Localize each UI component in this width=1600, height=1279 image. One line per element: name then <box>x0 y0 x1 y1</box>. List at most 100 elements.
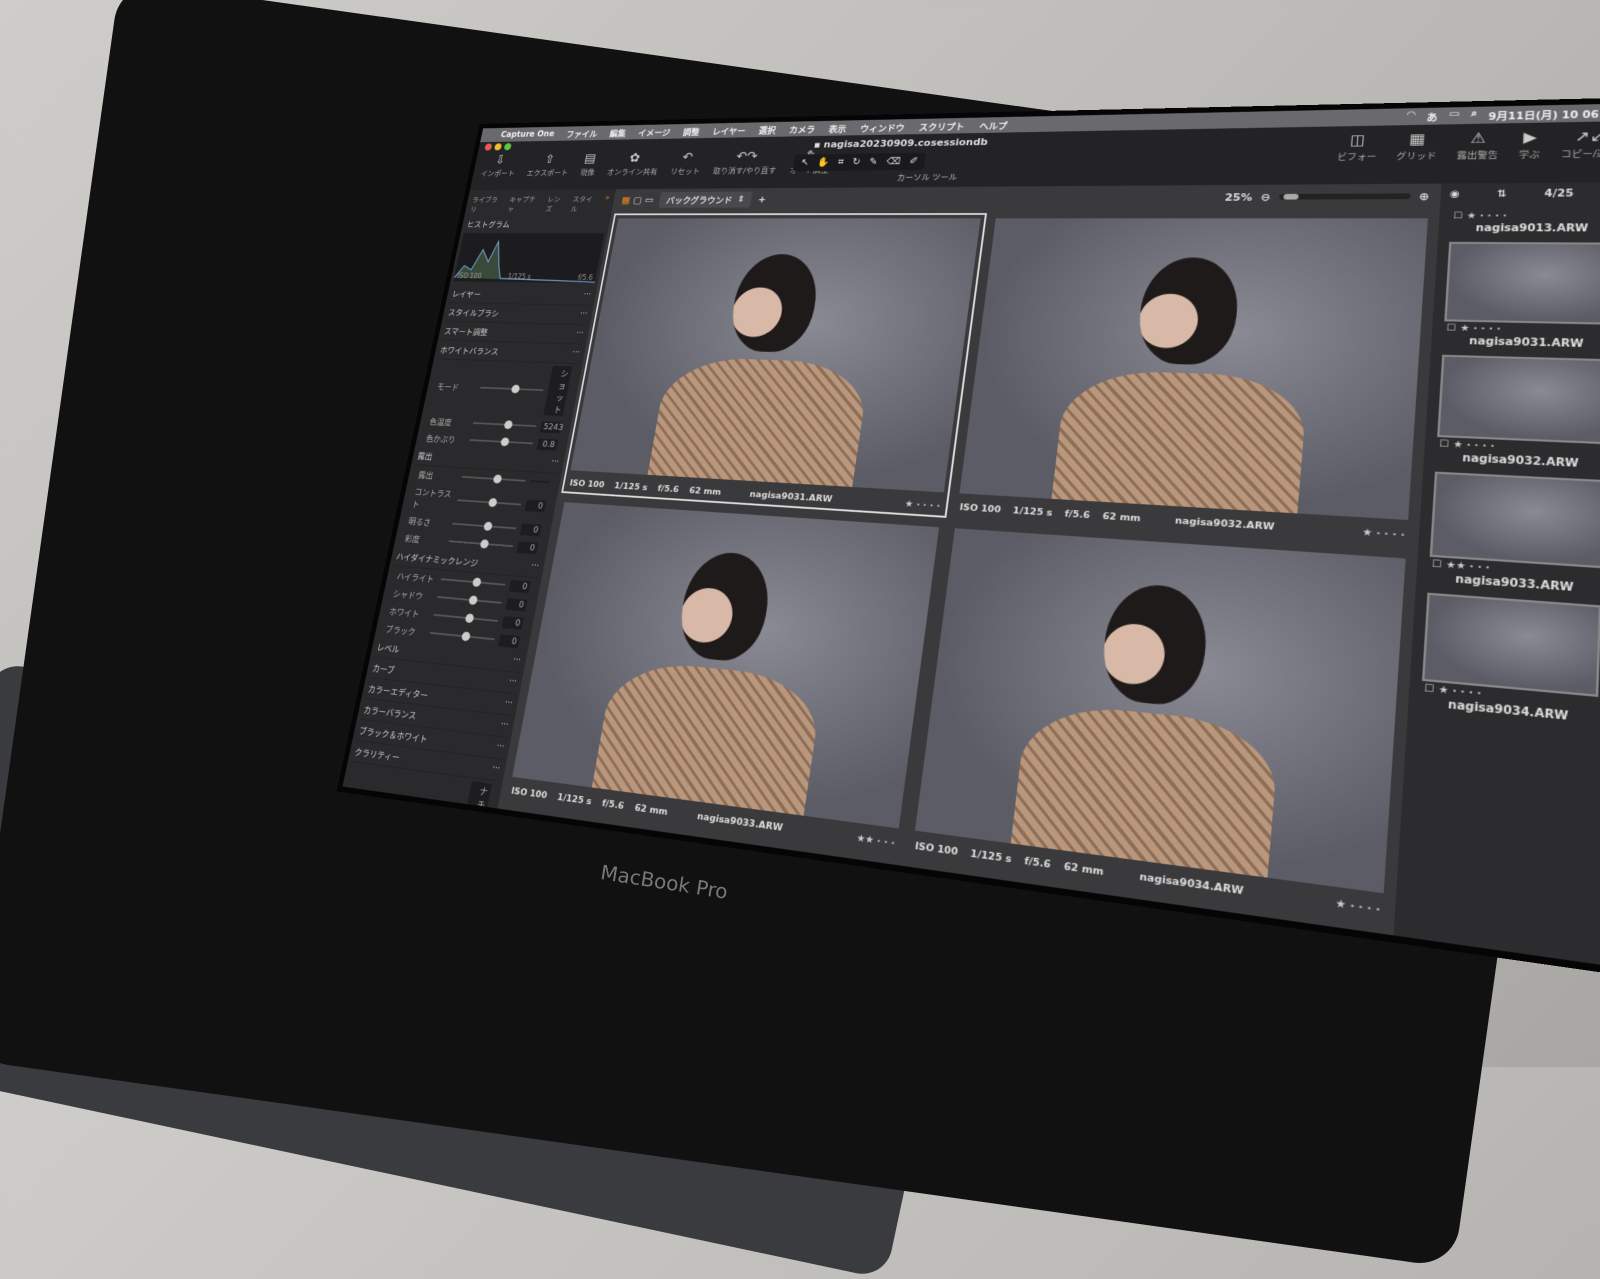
section-menu-icon[interactable]: ··· <box>495 741 505 755</box>
select-checkbox[interactable]: ☐ <box>1439 439 1449 450</box>
online-share-button[interactable]: ✿ オンライン共有 <box>606 150 661 177</box>
add-icon[interactable]: + <box>757 194 767 205</box>
tab-style[interactable]: スタイル <box>570 194 600 213</box>
adjust-value[interactable]: 0 <box>447 897 470 913</box>
adjust-value[interactable]: 0 <box>505 597 527 611</box>
browser-thumbnail[interactable]: ☐ ★★ · · · nagisa9033.ARW <box>1428 472 1600 597</box>
minimize-button[interactable] <box>494 143 502 150</box>
star-rating[interactable]: ★ · · · · <box>1460 324 1501 335</box>
spotlight-icon[interactable]: ⌕ <box>1470 108 1477 122</box>
adjust-value[interactable]: 0 <box>502 616 524 630</box>
section-menu-icon[interactable]: ··· <box>454 951 464 965</box>
zoom-out-icon[interactable]: ⊖ <box>1260 191 1271 203</box>
select-checkbox[interactable]: ☐ <box>1446 323 1456 333</box>
export-button[interactable]: ⇧ エクスポート <box>526 151 572 178</box>
adjust-value[interactable] <box>530 480 550 483</box>
adjust-value[interactable]: 0 <box>520 523 542 536</box>
star-rating[interactable]: ★ · · · · <box>1335 898 1380 917</box>
star-rating[interactable]: ★★ · · · <box>1446 560 1490 574</box>
menu-adjust[interactable]: 調整 <box>682 125 700 137</box>
before-button[interactable]: ◫ ビフォー <box>1337 131 1379 162</box>
adjust-value[interactable]: ナチュラル <box>458 781 492 854</box>
pointer-tool-icon[interactable]: ↖ <box>800 157 810 169</box>
browser-thumbnail[interactable]: ☐ ★ · · · · nagisa9034.ARW <box>1420 593 1600 726</box>
viewer-image[interactable]: ISO 100 1/125 s f/5.6 62 mm nagisa9034.ARW ★ … <box>908 524 1411 922</box>
section-menu-icon[interactable]: ··· <box>550 457 560 470</box>
adjust-slider[interactable] <box>449 540 513 547</box>
section-menu-icon[interactable]: ··· <box>508 676 518 690</box>
brush-tool-icon[interactable]: ✎ <box>868 156 878 168</box>
crop-tool-icon[interactable]: ⌗ <box>837 156 844 168</box>
more-tabs-icon[interactable]: » <box>602 194 610 213</box>
panel-section[interactable]: ビネット ··· <box>342 922 467 965</box>
import-button[interactable]: ⇩ インポート <box>480 152 519 178</box>
viewer-image[interactable]: ISO 100 1/125 s f/5.6 62 mm nagisa9031.ARW ★ … <box>563 215 985 516</box>
adjust-slider[interactable] <box>433 614 498 622</box>
adjust-slider[interactable] <box>394 805 460 816</box>
menu-script[interactable]: スクリプト <box>918 119 965 133</box>
section-menu-icon[interactable]: ··· <box>579 309 589 321</box>
wifi-icon[interactable]: ◠ <box>1406 110 1415 124</box>
copy-apply-button[interactable]: ↗↙ コピー/適用 <box>1561 127 1600 160</box>
adjust-slider[interactable] <box>480 387 543 391</box>
star-rating[interactable]: ★ · · · · <box>904 499 940 512</box>
clock[interactable]: 9月11日(月) 10 06 40 <box>1488 105 1600 122</box>
menu-window[interactable]: ウィンドウ <box>859 120 905 133</box>
menu-camera[interactable]: カメラ <box>788 122 816 135</box>
section-menu-icon[interactable]: ··· <box>575 328 585 340</box>
adjust-slider[interactable] <box>469 439 533 444</box>
menu-select[interactable]: 選択 <box>758 123 777 136</box>
zoom-slider[interactable] <box>1279 193 1410 199</box>
select-checkbox[interactable]: ☐ <box>1431 559 1441 570</box>
menu-image[interactable]: イメージ <box>637 125 671 138</box>
browser-thumbnail[interactable]: ☐ ★ · · · · nagisa9031.ARW <box>1443 242 1600 351</box>
menu-help[interactable]: ヘルプ <box>979 118 1009 131</box>
tab-library[interactable]: ライブラリ <box>469 195 504 214</box>
eraser-tool-icon[interactable]: ⌫ <box>886 156 902 168</box>
single-view-icon[interactable]: ▢ <box>632 194 642 205</box>
pan-tool-icon[interactable]: ✋ <box>816 157 830 169</box>
close-button[interactable] <box>484 144 492 151</box>
star-rating[interactable]: ★★ · · · <box>856 833 896 850</box>
section-menu-icon[interactable]: ··· <box>571 348 581 360</box>
zoom-in-icon[interactable]: ⊕ <box>1419 190 1430 203</box>
viewer-image[interactable]: ISO 100 1/125 s f/5.6 62 mm nagisa9032.ARW ★ … <box>952 214 1432 545</box>
zoom-button[interactable] <box>504 143 512 150</box>
input-method-icon[interactable]: あ <box>1426 109 1438 123</box>
adjust-value[interactable]: 0 <box>509 579 531 593</box>
learn-button[interactable]: ▶ 学ぶ <box>1518 128 1541 160</box>
adjust-value[interactable]: 0 <box>453 864 476 880</box>
adjust-slider[interactable] <box>383 858 449 870</box>
adjust-slider[interactable] <box>457 499 521 505</box>
adjust-value[interactable]: 0.8 <box>537 438 559 450</box>
menu-file[interactable]: ファイル <box>565 127 598 139</box>
section-menu-icon[interactable]: ··· <box>530 560 540 573</box>
exposure-warning-button[interactable]: ⚠ 露出警告 <box>1456 129 1499 161</box>
star-rating[interactable]: ★ · · · · <box>1453 440 1495 452</box>
section-menu-icon[interactable]: ··· <box>459 928 469 943</box>
reset-button[interactable]: ↶ リセット <box>670 149 704 176</box>
background-select[interactable]: バックグラウンド ⇕ <box>659 191 753 207</box>
section-menu-icon[interactable]: ··· <box>499 719 509 733</box>
adjust-slider[interactable] <box>437 596 502 604</box>
adjust-slider[interactable] <box>376 891 443 904</box>
section-menu-icon[interactable]: ··· <box>512 654 522 668</box>
adjust-slider[interactable] <box>452 523 516 529</box>
menu-layer[interactable]: レイヤー <box>712 124 747 137</box>
adjust-slider[interactable] <box>473 422 537 427</box>
histogram-header[interactable]: ヒストグラム <box>464 215 608 234</box>
menu-edit[interactable]: 編集 <box>609 126 627 138</box>
picker-tool-icon[interactable]: ✐ <box>909 155 919 167</box>
menu-app[interactable]: Capture One <box>500 130 555 140</box>
adjust-slider[interactable] <box>441 578 506 585</box>
menu-view[interactable]: 表示 <box>828 122 847 135</box>
tab-capture[interactable]: キャプチャ <box>507 194 543 213</box>
sort-icon[interactable]: ⇅ <box>1497 189 1507 200</box>
section-menu-icon[interactable]: ··· <box>503 697 513 711</box>
section-menu-icon[interactable]: ··· <box>582 290 592 302</box>
section-menu-icon[interactable]: ··· <box>491 763 501 777</box>
adjust-slider[interactable] <box>462 476 526 482</box>
panel-section[interactable]: かすみの除去 ··· <box>342 900 471 949</box>
star-rating[interactable]: ★ · · · · <box>1362 527 1405 541</box>
viewer-image[interactable]: ISO 100 1/125 s f/5.6 62 mm nagisa9033.ARW ★★… <box>504 498 943 854</box>
